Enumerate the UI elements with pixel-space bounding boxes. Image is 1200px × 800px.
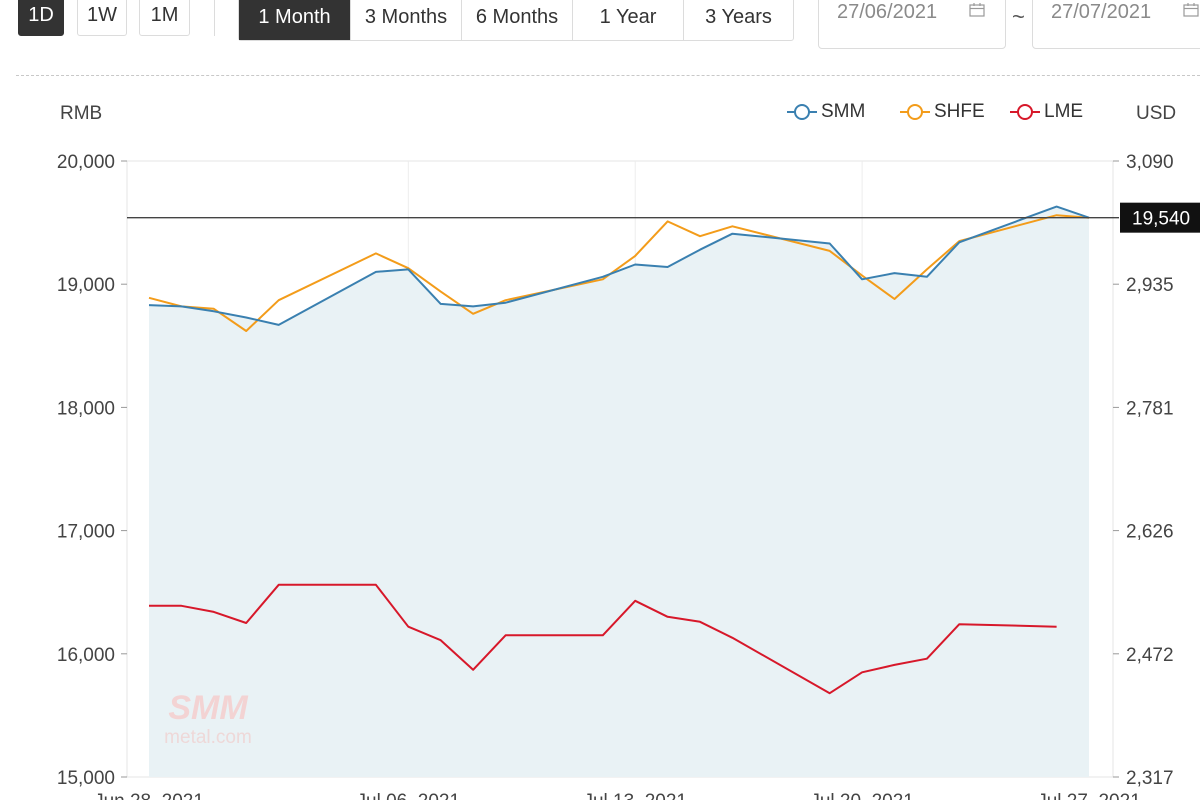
legend-label-lme[interactable]: LME [1044, 101, 1083, 122]
legend-label-shfe[interactable]: SHFE [934, 101, 985, 122]
legend-marker-shfe [907, 104, 923, 120]
y-right-tick-label: 2,472 [1126, 645, 1174, 666]
y-right-tick-label: 2,781 [1126, 398, 1174, 419]
x-tick-label: Jul 13, 2021 [583, 791, 687, 800]
x-tick-label: Jul 20, 2021 [810, 791, 914, 800]
y-left-unit-label: RMB [60, 103, 102, 124]
watermark-site: metal.com [164, 727, 252, 748]
watermark-logo: SMM [168, 689, 248, 727]
y-right-tick-label: 2,626 [1126, 522, 1174, 543]
legend-label-smm[interactable]: SMM [821, 101, 865, 122]
y-left-tick-label: 19,000 [57, 275, 115, 296]
reference-label: 19,540 [1132, 209, 1190, 230]
y-right-tick-label: 2,317 [1126, 768, 1174, 789]
y-right-tick-label: 3,090 [1126, 152, 1174, 173]
x-tick-label: Jul 06, 2021 [357, 791, 461, 800]
price-chart: SMM metal.com 19,540 20,000 19,000 18,000 1… [57, 101, 1200, 800]
y-right-tick-label: 2,935 [1126, 275, 1174, 296]
y-right-unit-label: USD [1136, 103, 1176, 124]
x-tick-label: Jul 27, 2021 [1037, 791, 1141, 800]
legend-marker-lme [1017, 104, 1033, 120]
y-left-tick-label: 17,000 [57, 522, 115, 543]
x-tick-label: Jun 28, 2021 [94, 791, 204, 800]
legend-marker-smm [794, 104, 810, 120]
y-left-tick-label: 20,000 [57, 152, 115, 173]
y-left-tick-label: 16,000 [57, 645, 115, 666]
y-left-tick-label: 18,000 [57, 398, 115, 419]
y-left-tick-label: 15,000 [57, 768, 115, 789]
smm-area [149, 206, 1089, 778]
